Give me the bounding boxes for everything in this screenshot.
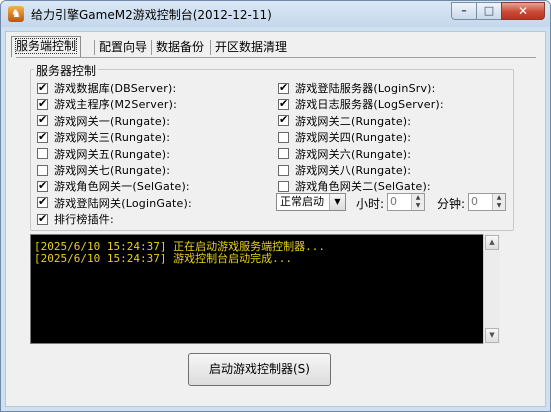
checkbox-checked[interactable] [37,179,48,192]
checkbox-row[interactable]: 游戏网关一(Rungate): [37,113,171,128]
minute-value: 0 [471,195,478,208]
checkbox-label: 游戏日志服务器(LogServer): [295,98,444,112]
tab-data-backup[interactable]: 数据备份 [153,38,207,56]
tab-data-cleanup[interactable]: 开区数据清理 [212,38,290,56]
checkbox-checked[interactable] [278,97,289,110]
group-title: 服务器控制 [34,62,99,79]
checkbox-checked[interactable] [278,81,289,94]
tab-separator [210,40,211,55]
checkbox-label: 游戏角色网关二(SelGate): [295,180,431,194]
tab-separator [151,40,152,55]
checkbox-row[interactable]: 游戏网关八(Rungate): [278,163,411,177]
tab-separator [94,40,95,55]
checkbox-row[interactable]: 游戏角色网关一(SelGate): [37,179,190,193]
checkbox-label: 游戏网关一(Rungate): [54,114,171,128]
hour-spinner[interactable]: 0 ▲ ▼ [387,193,425,211]
minute-label: 分钟: [437,197,466,211]
start-mode-value: 正常启动 [280,195,324,208]
tab-server-control[interactable]: 服务端控制 [11,36,82,57]
hour-label: 小时: [356,197,385,211]
app-icon[interactable]: ♞ [8,6,24,22]
scroll-up-icon[interactable]: ▲ [485,235,499,250]
checkbox-checked[interactable] [37,97,48,110]
minimize-button[interactable]: – [451,2,477,20]
minute-spinner[interactable]: 0 ▲ ▼ [468,193,506,211]
checkbox-unchecked[interactable] [278,164,289,176]
checkbox-row[interactable]: 游戏登陆服务器(LoginSrv): [278,81,436,95]
checkbox-row[interactable]: 游戏网关三(Rungate): [37,130,170,144]
title-bar[interactable]: ♞ 给力引擎GameM2游戏控制台(2012-12-11) – □ ✕ [1,1,550,27]
checkbox-unchecked[interactable] [37,148,48,160]
checkbox-label: 排行榜插件: [54,213,114,227]
hour-value: 0 [390,195,397,208]
start-mode-select[interactable]: 正常启动 ▼ [276,193,346,211]
log-output[interactable]: [2025/6/10 15:24:37] 正在启动游戏服务端控制器... [20… [30,234,499,344]
checkbox-checked[interactable] [37,113,48,127]
checkbox-label: 游戏网关二(Rungate): [295,114,412,128]
checkbox-unchecked[interactable] [278,180,289,192]
checkbox-checked[interactable] [37,130,48,143]
checkbox-label: 游戏登陆服务器(LoginSrv): [295,82,436,95]
checkbox-row[interactable]: 游戏网关四(Rungate): [278,130,411,144]
spinner-arrows-icon[interactable]: ▲ ▼ [411,194,424,210]
checkbox-row[interactable]: 游戏网关六(Rungate): [278,147,411,161]
checkbox-label: 游戏网关五(Rungate): [54,147,171,161]
checkbox-row[interactable]: 游戏网关五(Rungate): [37,147,170,161]
checkbox-row[interactable]: 游戏主程序(M2Server): [37,97,177,111]
checkbox-label: 游戏网关六(Rungate): [295,147,412,161]
tab-config-wizard[interactable]: 配置向导 [96,38,150,56]
checkbox-row[interactable]: 游戏日志服务器(LogServer): [278,97,444,111]
checkbox-label: 游戏网关四(Rungate): [295,131,412,145]
window-title: 给力引擎GameM2游戏控制台(2012-12-11) [31,8,272,22]
checkbox-checked[interactable] [37,195,48,209]
checkbox-row[interactable]: 游戏网关二(Rungate): [278,113,412,128]
checkbox-row[interactable]: 游戏角色网关二(SelGate): [278,179,431,193]
log-scrollbar[interactable]: ▲ ▼ [483,234,500,344]
checkbox-unchecked[interactable] [37,164,48,176]
dropdown-arrow-icon: ▼ [329,194,345,210]
checkbox-checked[interactable] [37,212,48,225]
checkbox-unchecked[interactable] [278,131,289,143]
checkbox-label: 游戏数据库(DBServer): [54,82,177,95]
maximize-button[interactable]: □ [476,2,502,20]
checkbox-checked[interactable] [37,81,48,94]
start-controller-button[interactable]: 启动游戏控制器(S) [188,353,331,386]
checkbox-checked[interactable] [278,113,289,127]
log-line: [2025/6/10 15:24:37] 游戏控制台启动完成... [34,252,292,265]
close-button[interactable]: ✕ [501,2,545,20]
close-icon: ✕ [517,4,529,18]
checkbox-row[interactable]: 游戏数据库(DBServer): [37,81,176,95]
checkbox-label: 游戏角色网关一(SelGate): [54,180,190,194]
checkbox-row[interactable]: 游戏网关七(Rungate): [37,163,170,177]
maximize-icon: □ [483,4,495,17]
checkbox-label: 游戏主程序(M2Server): [54,98,178,112]
tab-panel-border [16,57,536,58]
checkbox-row[interactable]: 排行榜插件: [37,212,114,226]
checkbox-label: 游戏登陆网关(LoginGate): [54,196,192,210]
checkbox-label: 游戏网关三(Rungate): [54,131,171,145]
checkbox-unchecked[interactable] [278,148,289,160]
checkbox-label: 游戏网关八(Rungate): [295,164,412,177]
spinner-arrows-icon[interactable]: ▲ ▼ [492,194,505,210]
checkbox-label: 游戏网关七(Rungate): [54,164,171,177]
checkbox-row[interactable]: 游戏登陆网关(LoginGate): [37,195,192,210]
scroll-down-icon[interactable]: ▼ [485,328,499,343]
minimize-icon: – [461,4,467,17]
